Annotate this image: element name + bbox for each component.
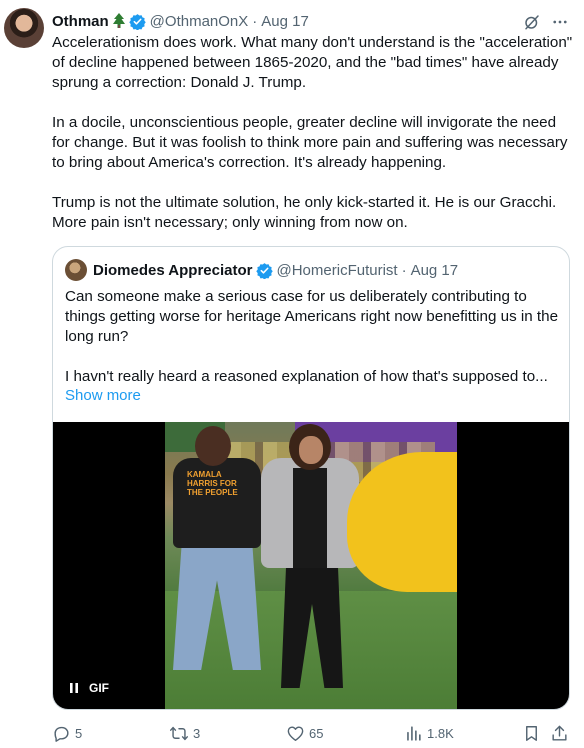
person-left-head [195,426,231,466]
like-button[interactable]: 65 [286,724,323,743]
author-handle[interactable]: @OthmanOnX [150,13,249,30]
repost-icon [169,726,189,741]
reply-count: 5 [75,726,83,741]
reply-icon [54,726,69,742]
repost-button[interactable]: 3 [169,724,200,743]
share-icon [552,725,567,741]
shirt-text-line: HARRIS FOR [187,479,237,488]
pause-icon[interactable] [69,682,79,694]
heart-icon [287,726,304,741]
gif-controls: GIF [69,681,109,695]
views-chart-icon [407,726,421,741]
quote-paragraph: I havn't really heard a reasoned explana… [65,368,548,385]
tweet-date[interactable]: Aug 17 [261,13,309,30]
tweet-header: Othman @OthmanOnX · Aug 17 [52,10,570,32]
shirt-text-line: KAMALA [187,470,222,479]
person-center-face [299,436,323,464]
verified-badge-icon[interactable] [128,13,146,30]
person-center-shirt [293,468,327,568]
quote-paragraph: Can someone make a serious case for us d… [65,288,559,345]
separator-dot: · [252,12,258,30]
repost-count: 3 [193,726,201,741]
bookmark-button[interactable] [522,724,545,743]
tweet: Othman @OthmanOnX · Aug 17 Accelerationi… [0,0,584,748]
verified-badge-icon [255,262,273,279]
shirt-text: KAMALA HARRIS FOR THE PEOPLE [187,470,238,497]
quoted-tweet[interactable]: Diomedes Appreciator @HomericFuturist · … [52,246,570,710]
like-count: 65 [309,726,324,741]
quote-body: Can someone make a serious case for us d… [65,287,559,387]
view-count: 1.8K [427,726,454,741]
tweet-paragraph: Trump is not the ultimate solution, he o… [52,194,557,231]
quote-header: Diomedes Appreciator @HomericFuturist · … [65,259,557,281]
show-more-link[interactable]: Show more [65,387,141,404]
bookmark-icon [526,726,537,741]
author-name[interactable]: Othman [52,13,109,30]
tweet-paragraph: In a docile, unconscientious people, gre… [52,114,568,171]
separator-dot: · [401,261,407,279]
reply-button[interactable]: 5 [52,724,82,743]
more-dots-icon[interactable] [550,12,570,32]
grok-icon[interactable] [522,12,542,32]
share-button[interactable] [550,724,573,743]
action-bar: 5 3 65 1.8K [52,722,572,748]
tweet-body: Accelerationism does work. What many don… [52,33,574,233]
shirt-text-line: THE PEOPLE [187,488,238,497]
quote-media[interactable]: KAMALA HARRIS FOR THE PEOPLE GIF [53,422,569,709]
views-button[interactable]: 1.8K [404,724,454,743]
tweet-paragraph: Accelerationism does work. What many don… [52,34,573,91]
gif-frame: KAMALA HARRIS FOR THE PEOPLE [165,422,457,709]
quote-date: Aug 17 [410,261,459,279]
quote-author-handle: @HomericFuturist [276,261,398,279]
author-avatar[interactable] [4,8,44,48]
quote-author-name: Diomedes Appreciator [93,261,253,279]
quote-author-avatar [65,259,87,281]
tree-emoji-icon [112,13,126,29]
gif-badge: GIF [89,681,109,695]
